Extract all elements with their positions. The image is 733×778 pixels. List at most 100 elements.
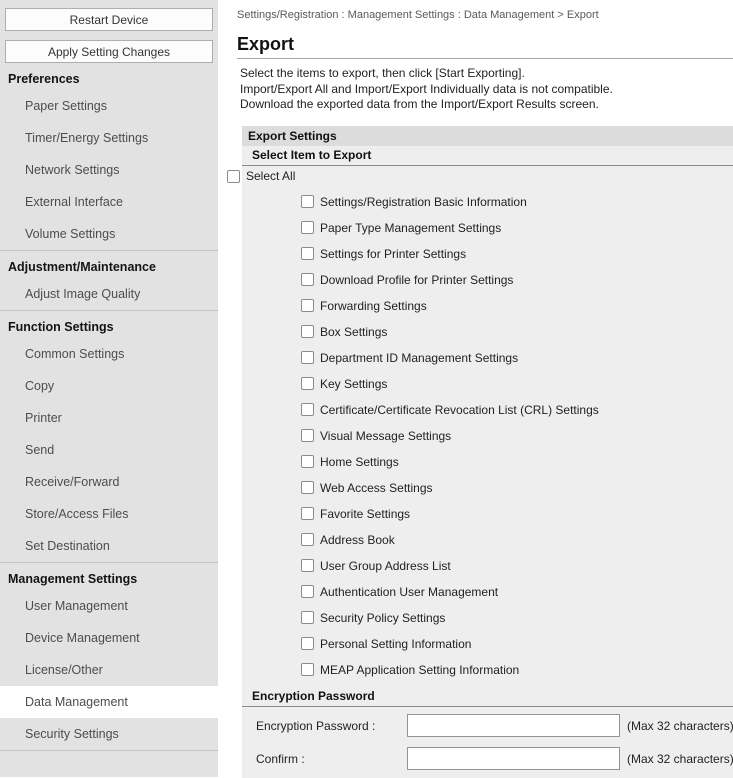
export-item-checkbox[interactable] [301, 299, 314, 312]
sidebar-section-adjustment-maintenance: Adjustment/Maintenance [0, 251, 218, 278]
export-item-row: Forwarding Settings [242, 293, 733, 319]
confirm-password-row: Confirm : (Max 32 characters) [242, 746, 733, 772]
select-item-section-title: Select Item to Export [242, 146, 733, 166]
export-item-label: Paper Type Management Settings [320, 221, 501, 235]
export-item-row: Authentication User Management [242, 579, 733, 605]
sidebar-nav: PreferencesPaper SettingsTimer/Energy Se… [0, 63, 218, 751]
sidebar-item-volume-settings[interactable]: Volume Settings [0, 218, 218, 250]
instructions: Select the items to export, then click [… [240, 66, 733, 113]
export-item-label: Key Settings [320, 377, 387, 391]
sidebar-item-adjust-image-quality[interactable]: Adjust Image Quality [0, 278, 218, 310]
export-item-label: Department ID Management Settings [320, 351, 518, 365]
export-item-row: Box Settings [242, 319, 733, 345]
sidebar-item-paper-settings[interactable]: Paper Settings [0, 90, 218, 122]
sidebar-item-common-settings[interactable]: Common Settings [0, 338, 218, 370]
encryption-password-row: Encryption Password : (Max 32 characters… [242, 713, 733, 739]
main-content: Settings/Registration : Management Setti… [218, 0, 733, 777]
export-item-label: User Group Address List [320, 559, 451, 573]
export-item-checkbox[interactable] [301, 221, 314, 234]
export-item-checkbox[interactable] [301, 351, 314, 364]
confirm-password-input[interactable] [407, 747, 620, 770]
export-item-checkbox[interactable] [301, 611, 314, 624]
export-item-row: Security Policy Settings [242, 605, 733, 631]
export-item-row: Settings/Registration Basic Information [242, 189, 733, 215]
export-item-checkbox[interactable] [301, 637, 314, 650]
export-item-row: MEAP Application Setting Information [242, 657, 733, 683]
sidebar-item-external-interface[interactable]: External Interface [0, 186, 218, 218]
confirm-note: (Max 32 characters) [627, 752, 733, 766]
export-item-row: Paper Type Management Settings [242, 215, 733, 241]
export-item-checkbox[interactable] [301, 585, 314, 598]
export-item-label: Box Settings [320, 325, 387, 339]
export-item-row: Address Book [242, 527, 733, 553]
select-all-row: Select All [227, 166, 733, 187]
export-item-checkbox[interactable] [301, 507, 314, 520]
instruction-line: Import/Export All and Import/Export Indi… [240, 82, 733, 98]
sidebar-item-device-management[interactable]: Device Management [0, 622, 218, 654]
export-item-checkbox[interactable] [301, 273, 314, 286]
export-item-checkbox[interactable] [301, 403, 314, 416]
sidebar: Restart Device Apply Setting Changes Pre… [0, 0, 218, 777]
export-item-label: Settings/Registration Basic Information [320, 195, 527, 209]
export-item-label: Home Settings [320, 455, 399, 469]
sidebar-section-management-settings: Management Settings [0, 563, 218, 590]
sidebar-item-store-access-files[interactable]: Store/Access Files [0, 498, 218, 530]
encryption-section-title: Encryption Password [242, 687, 733, 707]
sidebar-item-network-settings[interactable]: Network Settings [0, 154, 218, 186]
export-item-label: Forwarding Settings [320, 299, 427, 313]
confirm-label: Confirm : [256, 752, 407, 766]
export-item-row: User Group Address List [242, 553, 733, 579]
export-item-checkbox[interactable] [301, 247, 314, 260]
export-item-checkbox[interactable] [301, 195, 314, 208]
breadcrumb: Settings/Registration : Management Setti… [218, 0, 733, 21]
export-item-row: Department ID Management Settings [242, 345, 733, 371]
sidebar-item-data-management[interactable]: Data Management [0, 686, 218, 718]
export-items-list: Settings/Registration Basic Information P… [242, 187, 733, 683]
export-item-label: Address Book [320, 533, 395, 547]
export-item-row: Settings for Printer Settings [242, 241, 733, 267]
export-settings-header: Export Settings [242, 126, 733, 146]
export-item-label: Settings for Printer Settings [320, 247, 466, 261]
export-item-row: Key Settings [242, 371, 733, 397]
export-item-checkbox[interactable] [301, 559, 314, 572]
export-item-checkbox[interactable] [301, 377, 314, 390]
encryption-password-input[interactable] [407, 714, 620, 737]
export-item-row: Home Settings [242, 449, 733, 475]
export-item-checkbox[interactable] [301, 533, 314, 546]
sidebar-item-send[interactable]: Send [0, 434, 218, 466]
export-item-row: Personal Setting Information [242, 631, 733, 657]
sidebar-divider [0, 750, 218, 751]
export-item-checkbox[interactable] [301, 455, 314, 468]
sidebar-item-security-settings[interactable]: Security Settings [0, 718, 218, 750]
export-item-label: Certificate/Certificate Revocation List … [320, 403, 599, 417]
export-item-row: Visual Message Settings [242, 423, 733, 449]
export-item-checkbox[interactable] [301, 325, 314, 338]
sidebar-item-timer-energy-settings[interactable]: Timer/Energy Settings [0, 122, 218, 154]
export-item-label: Web Access Settings [320, 481, 433, 495]
instruction-line: Download the exported data from the Impo… [240, 97, 733, 113]
sidebar-item-user-management[interactable]: User Management [0, 590, 218, 622]
sidebar-item-receive-forward[interactable]: Receive/Forward [0, 466, 218, 498]
export-item-row: Web Access Settings [242, 475, 733, 501]
restart-device-button[interactable]: Restart Device [5, 8, 213, 31]
export-item-checkbox[interactable] [301, 663, 314, 676]
export-item-checkbox[interactable] [301, 481, 314, 494]
page-title: Export [237, 33, 733, 59]
export-settings-panel: Export Settings Select Item to Export Se… [242, 126, 733, 778]
apply-setting-changes-button[interactable]: Apply Setting Changes [5, 40, 213, 63]
sidebar-item-copy[interactable]: Copy [0, 370, 218, 402]
export-item-label: MEAP Application Setting Information [320, 663, 519, 677]
export-item-label: Security Policy Settings [320, 611, 445, 625]
sidebar-item-printer[interactable]: Printer [0, 402, 218, 434]
sidebar-item-license-other[interactable]: License/Other [0, 654, 218, 686]
export-item-checkbox[interactable] [301, 429, 314, 442]
sidebar-item-set-destination[interactable]: Set Destination [0, 530, 218, 562]
export-item-label: Favorite Settings [320, 507, 410, 521]
export-item-label: Authentication User Management [320, 585, 498, 599]
export-item-label: Download Profile for Printer Settings [320, 273, 513, 287]
select-all-label: Select All [246, 169, 295, 183]
select-all-checkbox[interactable] [227, 170, 240, 183]
export-item-row: Download Profile for Printer Settings [242, 267, 733, 293]
encryption-password-label: Encryption Password : [256, 719, 407, 733]
sidebar-section-function-settings: Function Settings [0, 311, 218, 338]
